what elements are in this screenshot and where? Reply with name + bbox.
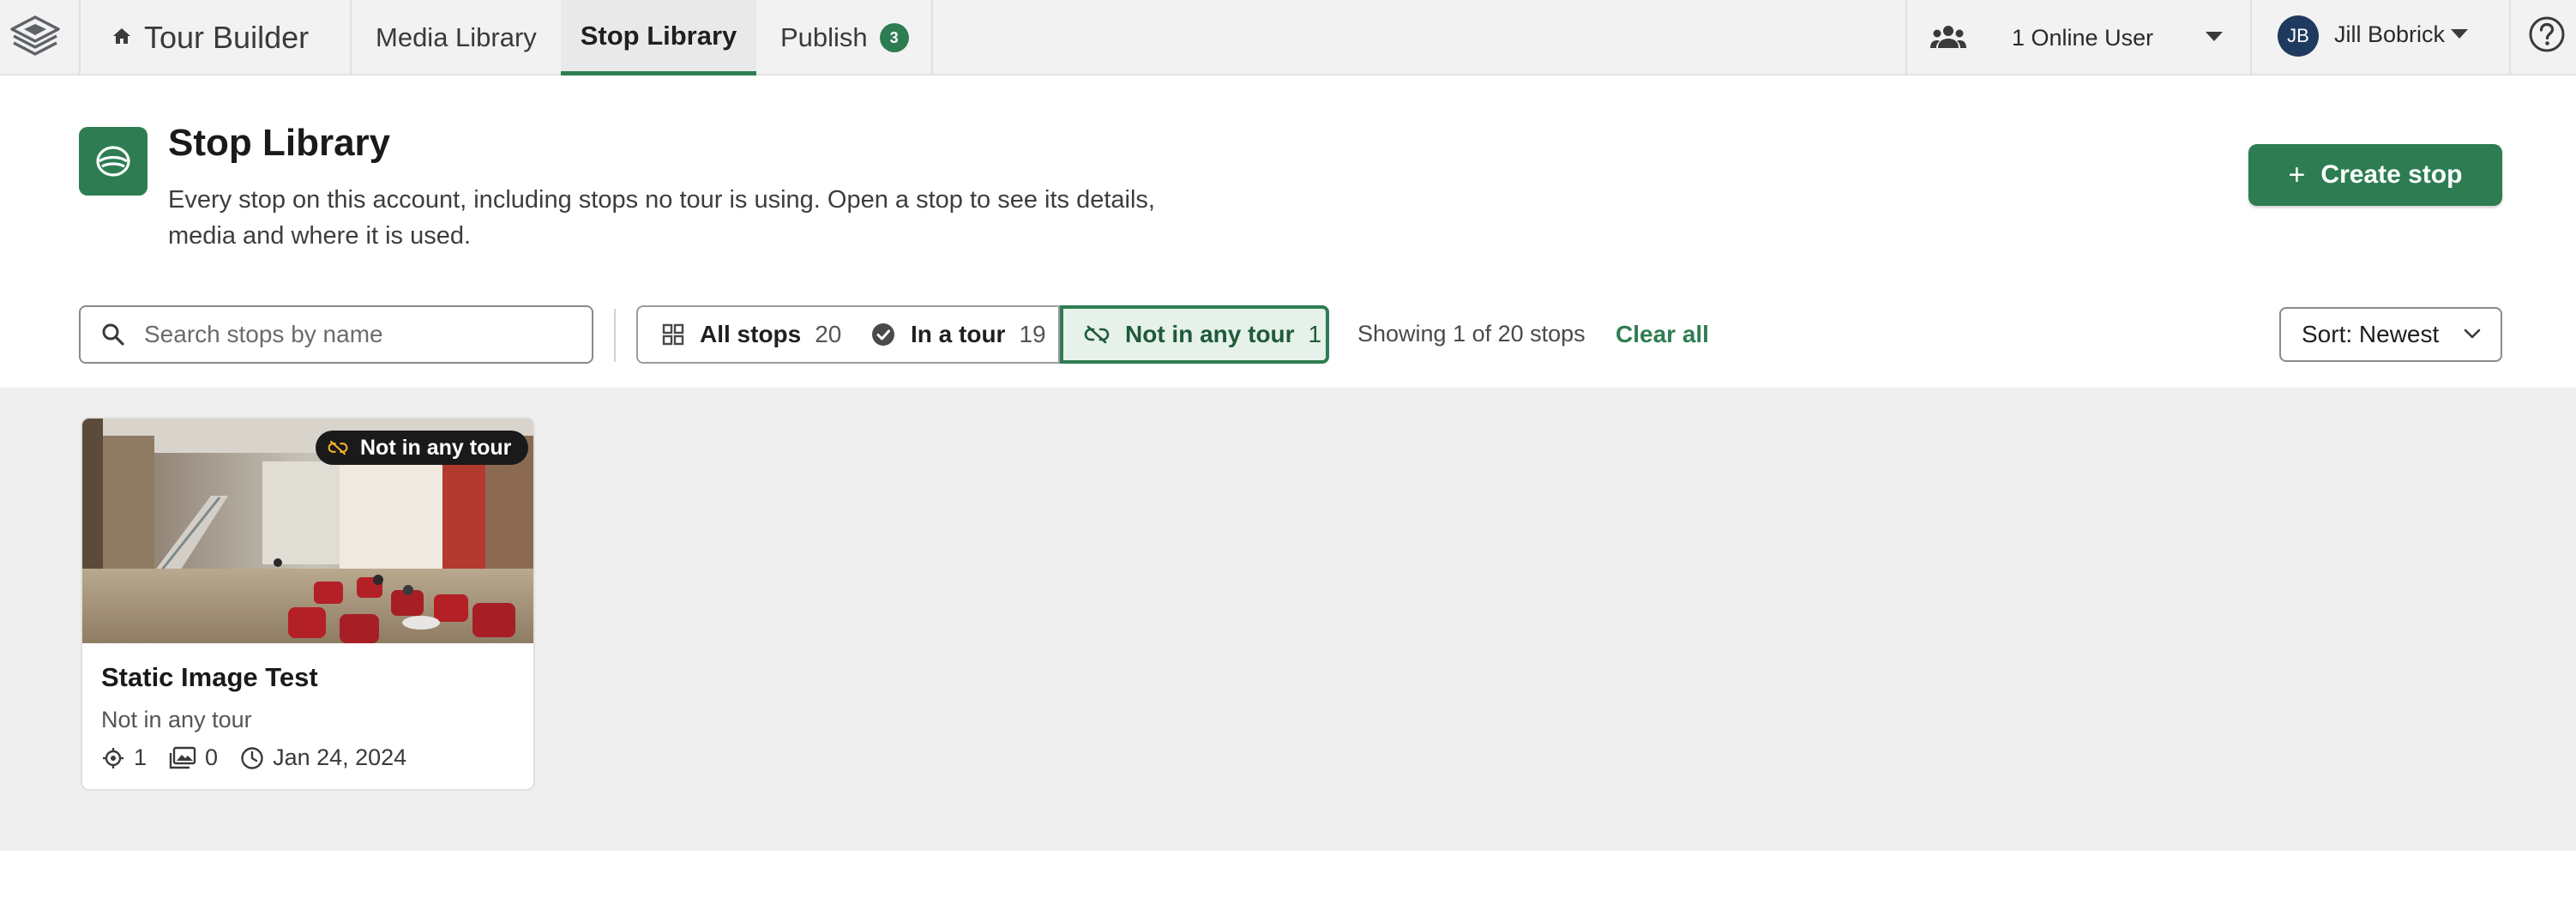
nav-tour-builder-label: Tour Builder [144,20,310,55]
nav-publish[interactable]: Publish 3 [780,0,909,75]
nav-divider [2250,0,2252,75]
nav-divider [1905,0,1907,75]
filter-divider [614,309,616,362]
stop-card-title: Static Image Test [101,662,318,692]
filter-not-in-any-tour[interactable]: Not in any tour 1 [1060,305,1329,364]
create-stop-button[interactable]: + Create stop [2248,144,2502,206]
help-icon[interactable] [2528,15,2566,53]
location-count: 1 [134,744,147,770]
users-icon [1930,26,1966,48]
filter-not-in-any-tour-count: 1 [1308,321,1322,347]
filter-not-in-any-tour-label: Not in any tour [1125,321,1295,347]
results-count: Showing 1 of 20 stops [1357,321,1586,347]
check-circle-icon [872,323,894,346]
avatar[interactable]: JB [2278,15,2319,57]
top-navigation-bar: Tour Builder Media Library Stop Library … [0,0,2576,75]
search-field[interactable] [79,305,593,364]
nav-divider [2509,0,2511,75]
chevron-down-icon[interactable] [2451,29,2468,39]
nav-media-library-label: Media Library [376,22,537,52]
chevron-down-icon [2464,328,2481,339]
images-icon [169,746,196,768]
clock-icon [241,746,263,769]
sort-dropdown[interactable]: Sort: Newest [2279,307,2502,362]
stop-card-meta: 1 0 Jan 24, 2024 [101,744,406,771]
unlink-icon [328,440,348,455]
unlink-icon [1084,325,1110,344]
nav-stop-library-label: Stop Library [580,20,737,51]
filter-in-a-tour[interactable]: In a tour 19 [849,305,1060,364]
clear-all-link[interactable]: Clear all [1616,321,1709,348]
user-menu[interactable]: Jill Bobrick [2334,0,2445,69]
nav-tour-builder[interactable]: Tour Builder [111,0,309,75]
nav-divider [350,0,352,75]
chevron-down-icon[interactable] [2206,32,2223,41]
online-users-label: 1 Online User [2012,24,2154,51]
not-in-tour-badge: Not in any tour [316,431,529,465]
page-title: Stop Library [168,122,391,164]
sort-label: Sort: Newest [2302,321,2440,347]
stop-card-status: Not in any tour [101,707,252,732]
publish-count-badge: 3 [879,23,909,52]
stop-card[interactable]: Not in any tour Static Image Test Not in… [81,417,535,791]
user-name: Jill Bobrick [2334,21,2446,47]
page-description: Every stop on this account, including st… [168,186,1155,250]
filter-in-a-tour-count: 19 [1019,321,1046,347]
page-stop-icon [79,127,147,196]
location-icon [103,747,123,768]
home-icon [113,28,130,44]
search-input[interactable] [142,320,592,349]
nav-stop-library[interactable]: Stop Library [561,0,756,75]
stop-icon [96,146,130,177]
plus-icon: + [2288,158,2306,191]
avatar-initials: JB [2287,25,2309,46]
nav-divider [931,0,933,75]
search-icon [102,323,124,346]
filter-all-stops-count: 20 [815,321,842,347]
online-users-dropdown[interactable]: 1 Online User [2012,0,2153,75]
nav-media-library[interactable]: Media Library [376,0,537,75]
filter-in-a-tour-label: In a tour [911,321,1006,347]
stop-date: Jan 24, 2024 [273,744,407,770]
layers-logo-icon[interactable] [7,12,63,60]
media-count: 0 [205,744,219,770]
grid-icon [662,323,684,346]
nav-publish-label: Publish [780,22,868,52]
filter-all-stops-label: All stops [700,321,802,347]
create-stop-label: Create stop [2320,160,2463,189]
nav-divider [79,0,81,75]
filter-all-stops[interactable]: All stops 20 [636,305,851,364]
not-in-tour-badge-label: Not in any tour [360,435,512,460]
